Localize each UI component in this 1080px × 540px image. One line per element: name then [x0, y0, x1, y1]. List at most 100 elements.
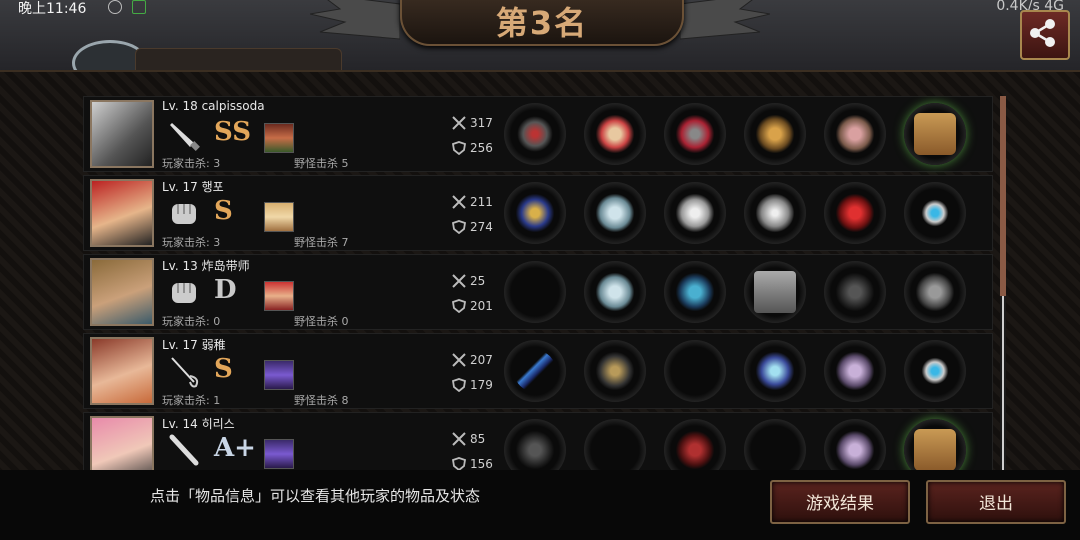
item-slot[interactable]	[824, 419, 886, 470]
alarm-icon	[108, 0, 122, 14]
item-slot[interactable]	[744, 261, 806, 323]
box-item-icon	[914, 113, 956, 155]
item-slot[interactable]	[504, 340, 566, 402]
player-avatar[interactable]	[90, 258, 154, 326]
character-thumbnail	[264, 360, 294, 390]
player-row[interactable]: Lv. 18 calpissoda SS 玩家击杀: 3 野怪击杀 5 317 …	[83, 96, 993, 172]
item-slot[interactable]	[504, 419, 566, 470]
player-avatar[interactable]	[90, 179, 154, 247]
boots-item-icon	[834, 271, 876, 313]
attack-value: 85	[470, 432, 486, 446]
player-kills: 玩家击杀: 3	[162, 157, 221, 170]
game-result-button[interactable]: 游戏结果	[770, 480, 910, 524]
monster-kills: 野怪击杀 5	[294, 157, 349, 170]
player-row[interactable]: Lv. 17 弱稚 S 玩家击杀: 1 野怪击杀 8 207 179	[83, 333, 993, 409]
bracelet-item-icon	[914, 192, 956, 234]
player-row[interactable]: Lv. 17 행포 S 玩家击杀: 3 野怪击杀 7 211 274	[83, 175, 993, 251]
item-slot[interactable]	[904, 182, 966, 244]
item-slot[interactable]	[584, 340, 646, 402]
boots-item-icon	[834, 350, 876, 392]
attack-stat: 207	[452, 353, 493, 367]
player-grade: S	[214, 354, 233, 384]
item-slot[interactable]	[584, 261, 646, 323]
device-item-icon	[754, 271, 796, 313]
item-slot[interactable]	[744, 340, 806, 402]
disc-item-icon	[754, 192, 796, 234]
glove-icon	[172, 204, 196, 224]
share-icon	[1030, 19, 1055, 47]
player-grade: S	[214, 196, 233, 226]
monster-kills: 野怪击杀 8	[294, 394, 349, 407]
item-slot[interactable]	[504, 182, 566, 244]
item-slot[interactable]	[664, 261, 726, 323]
item-slot[interactable]	[904, 419, 966, 470]
attack-stat: 317	[452, 116, 493, 130]
defense-stat: 256	[452, 141, 493, 155]
attack-stat: 25	[452, 274, 485, 288]
umbrella-item-icon	[514, 429, 556, 470]
player-level-name: Lv. 13 炸岛带师	[162, 259, 250, 273]
player-kills: 玩家击杀: 3	[162, 236, 221, 249]
item-slot[interactable]	[824, 261, 886, 323]
shield-icon	[452, 141, 466, 155]
player-row[interactable]: Lv. 14 히리스 A+ 85 156	[83, 412, 993, 470]
item-slot[interactable]	[744, 182, 806, 244]
character-thumbnail	[264, 439, 294, 469]
crossed-swords-icon	[452, 116, 466, 130]
attack-value: 211	[470, 195, 493, 209]
player-kills: 玩家击杀: 0	[162, 315, 221, 328]
player-row[interactable]: Lv. 13 炸岛带师 D 玩家击杀: 0 野怪击杀 0 25 201	[83, 254, 993, 330]
item-slot[interactable]	[664, 182, 726, 244]
item-slot[interactable]	[904, 340, 966, 402]
item-slot[interactable]	[584, 103, 646, 165]
item-slot[interactable]	[824, 340, 886, 402]
attack-stat: 85	[452, 432, 485, 446]
player-level-name: Lv. 17 弱稚	[162, 338, 226, 352]
scroll-thumb[interactable]	[1000, 96, 1006, 296]
crossed-swords-icon	[452, 432, 466, 446]
shield-icon	[452, 457, 466, 470]
item-slot[interactable]	[504, 103, 566, 165]
item-slot[interactable]	[904, 103, 966, 165]
player-grade: A+	[214, 433, 256, 463]
exit-button[interactable]: 退出	[926, 480, 1066, 524]
status-time: 晚上11:46	[18, 1, 87, 17]
box-item-icon	[914, 429, 956, 470]
list-scrollbar[interactable]	[1000, 96, 1006, 470]
player-avatar[interactable]	[90, 416, 154, 470]
player-level-name: Lv. 14 히리스	[162, 417, 235, 431]
shield-icon	[452, 299, 466, 313]
item-slot[interactable]	[824, 182, 886, 244]
armor-item-icon	[674, 429, 716, 470]
player-level-name: Lv. 17 행포	[162, 180, 224, 194]
player-list[interactable]: Lv. 18 calpissoda SS 玩家击杀: 3 野怪击杀 5 317 …	[83, 96, 993, 470]
item-slot[interactable]	[744, 419, 806, 470]
item-slot[interactable]	[664, 103, 726, 165]
leg-guard-item-icon	[834, 113, 876, 155]
player-grade: D	[214, 275, 237, 305]
item-slot[interactable]	[504, 261, 566, 323]
share-button[interactable]	[1020, 10, 1070, 60]
defense-stat: 179	[452, 378, 493, 392]
armor-item-icon	[674, 271, 716, 313]
item-slot[interactable]	[664, 419, 726, 470]
item-slot[interactable]	[904, 261, 966, 323]
armor-item-icon	[914, 271, 956, 313]
item-slot[interactable]	[584, 419, 646, 470]
attack-value: 317	[470, 116, 493, 130]
shield-icon	[452, 220, 466, 234]
item-slot[interactable]	[744, 103, 806, 165]
player-avatar[interactable]	[90, 337, 154, 405]
status-bar: 晚上11:46 0.4K/s 4G	[0, 0, 1080, 17]
item-slot[interactable]	[664, 340, 726, 402]
monster-kills: 野怪击杀 0	[294, 315, 349, 328]
player-kills: 玩家击杀: 1	[162, 394, 221, 407]
defense-value: 274	[470, 220, 493, 234]
player-level-name: Lv. 18 calpissoda	[162, 99, 265, 113]
item-slot[interactable]	[584, 182, 646, 244]
app-notification-icon	[132, 0, 146, 14]
player-avatar[interactable]	[90, 100, 154, 168]
shield-icon	[452, 378, 466, 392]
defense-stat: 201	[452, 299, 493, 313]
item-slot[interactable]	[824, 103, 886, 165]
